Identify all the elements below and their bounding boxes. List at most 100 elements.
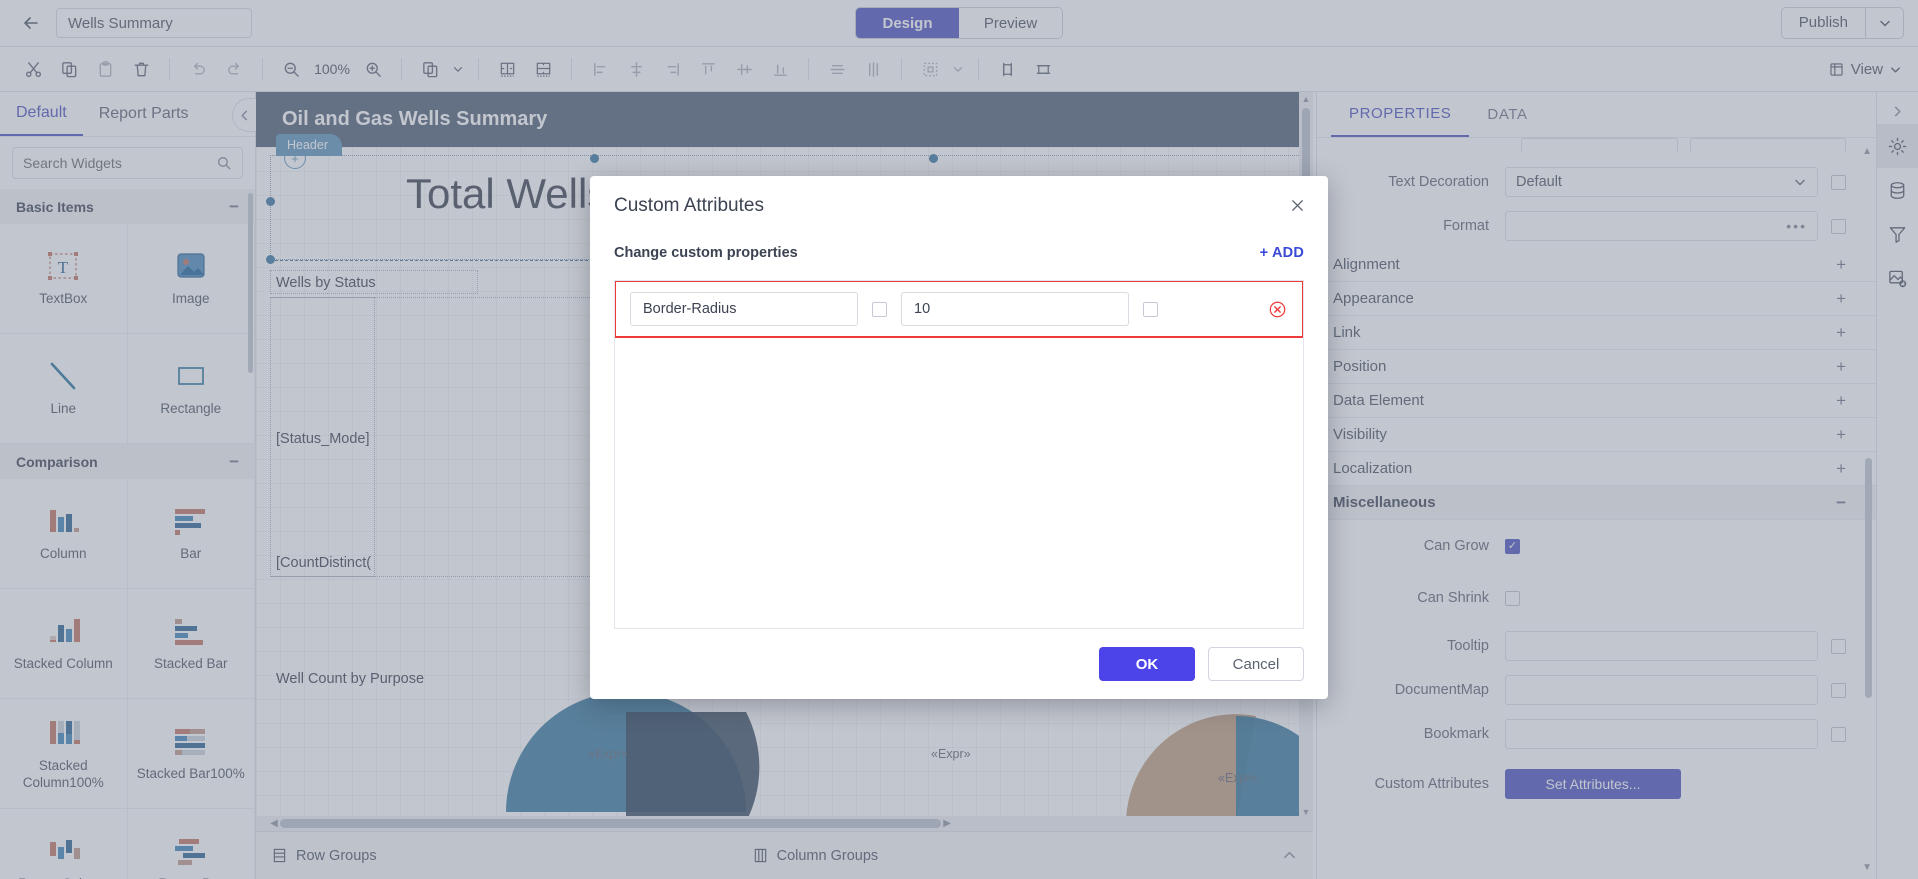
- widget-stacked-column[interactable]: Stacked Column: [0, 589, 128, 699]
- data-rail-button[interactable]: [1877, 168, 1918, 212]
- properties-scrollbar[interactable]: [1865, 458, 1872, 698]
- size-height-button[interactable]: [1026, 53, 1060, 85]
- align-center-button[interactable]: [619, 53, 653, 85]
- tooltip-input[interactable]: [1505, 631, 1818, 661]
- undo-button[interactable]: [181, 53, 215, 85]
- scroll-left-arrow-icon[interactable]: ◀: [268, 818, 280, 829]
- back-button[interactable]: [14, 6, 48, 40]
- group-button[interactable]: [913, 53, 947, 85]
- report-name-input[interactable]: [56, 8, 252, 38]
- tab-design[interactable]: Design: [856, 8, 959, 38]
- custom-attributes-dialog[interactable]: Custom Attributes Change custom properti…: [590, 176, 1328, 699]
- properties-scroll-down-icon[interactable]: ▼: [1862, 862, 1872, 873]
- distribute-horizontal-button[interactable]: [820, 53, 854, 85]
- resize-handle-top-left[interactable]: [590, 154, 599, 163]
- scroll-right-arrow-icon[interactable]: ▶: [941, 818, 953, 829]
- documentmap-expression-checkbox[interactable]: [1831, 683, 1846, 698]
- widget-stacked-bar-100[interactable]: Stacked Bar100%: [128, 699, 256, 809]
- properties-scroll-up-icon[interactable]: ▲: [1862, 146, 1872, 157]
- tooltip-expression-checkbox[interactable]: [1831, 639, 1846, 654]
- text-decoration-select[interactable]: Default: [1505, 167, 1818, 197]
- ok-button[interactable]: OK: [1099, 647, 1195, 681]
- align-right-button[interactable]: [655, 53, 689, 85]
- theme-rail-button[interactable]: [1877, 256, 1918, 300]
- distribute-vertical-button[interactable]: [856, 53, 890, 85]
- can-grow-checkbox[interactable]: [1505, 539, 1520, 554]
- section-visibility[interactable]: Visibility +: [1317, 418, 1876, 452]
- tab-default[interactable]: Default: [0, 92, 83, 136]
- scroll-up-arrow-icon[interactable]: ▲: [1299, 94, 1313, 104]
- section-position[interactable]: Position +: [1317, 350, 1876, 384]
- widget-line[interactable]: Line: [0, 334, 128, 444]
- publish-dropdown-button[interactable]: [1865, 8, 1903, 38]
- format-expression-checkbox[interactable]: [1831, 219, 1846, 234]
- tab-preview[interactable]: Preview: [959, 8, 1062, 38]
- widget-column[interactable]: Column: [0, 479, 128, 589]
- widget-image[interactable]: Image: [128, 224, 256, 334]
- filter-rail-button[interactable]: [1877, 212, 1918, 256]
- column-groups-button[interactable]: Column Groups: [753, 848, 879, 864]
- delete-attribute-button[interactable]: [1266, 298, 1288, 320]
- widget-range-column[interactable]: Range Column: [0, 809, 128, 879]
- search-input[interactable]: [23, 155, 216, 171]
- zoom-in-button[interactable]: [356, 53, 390, 85]
- insert-row-button[interactable]: [526, 53, 560, 85]
- text-decoration-expression-checkbox[interactable]: [1831, 175, 1846, 190]
- resize-handle-top-right[interactable]: [929, 154, 938, 163]
- widget-stacked-bar[interactable]: Stacked Bar: [128, 589, 256, 699]
- horizontal-scroll-thumb[interactable]: [280, 819, 941, 828]
- widgets-scroll-area[interactable]: Basic Items − T TextBox: [0, 189, 255, 879]
- row-groups-button[interactable]: Row Groups: [272, 848, 377, 864]
- section-appearance[interactable]: Appearance +: [1317, 282, 1876, 316]
- cancel-button[interactable]: Cancel: [1208, 647, 1304, 681]
- add-attribute-button[interactable]: + ADD: [1260, 245, 1304, 261]
- group-header-comparison[interactable]: Comparison −: [0, 444, 255, 479]
- layers-dropdown-button[interactable]: [449, 53, 467, 85]
- bookmark-expression-checkbox[interactable]: [1831, 727, 1846, 742]
- delete-button[interactable]: [124, 53, 158, 85]
- can-shrink-checkbox[interactable]: [1505, 591, 1520, 606]
- paste-button[interactable]: [88, 53, 122, 85]
- format-ellipsis-button[interactable]: •••: [1778, 218, 1807, 234]
- resize-handle-left-upper[interactable]: [266, 197, 275, 206]
- group-header-basic-items[interactable]: Basic Items −: [0, 189, 255, 224]
- dialog-close-button[interactable]: [1284, 192, 1310, 218]
- resize-handle-left[interactable]: [266, 255, 275, 264]
- redo-button[interactable]: [217, 53, 251, 85]
- insert-column-button[interactable]: [490, 53, 524, 85]
- cut-button[interactable]: [16, 53, 50, 85]
- align-middle-button[interactable]: [727, 53, 761, 85]
- align-left-button[interactable]: [583, 53, 617, 85]
- bookmark-input[interactable]: [1505, 719, 1818, 749]
- widget-textbox[interactable]: T TextBox: [0, 224, 128, 334]
- section-link[interactable]: Link +: [1317, 316, 1876, 350]
- section-miscellaneous[interactable]: Miscellaneous −: [1317, 486, 1876, 520]
- attribute-value-expression-checkbox[interactable]: [1143, 302, 1158, 317]
- section-data-element[interactable]: Data Element +: [1317, 384, 1876, 418]
- section-alignment[interactable]: Alignment +: [1317, 248, 1876, 282]
- set-attributes-button[interactable]: Set Attributes...: [1505, 769, 1681, 799]
- tab-properties[interactable]: PROPERTIES: [1331, 92, 1469, 137]
- align-bottom-button[interactable]: [763, 53, 797, 85]
- canvas-horizontal-scrollbar[interactable]: ◀ ▶: [256, 816, 1313, 831]
- widget-bar[interactable]: Bar: [128, 479, 256, 589]
- properties-body[interactable]: ▲ ▼ Text Decoration Default Format ••: [1317, 138, 1876, 879]
- attribute-name-input[interactable]: [630, 292, 858, 326]
- collapse-left-panel-button[interactable]: [232, 98, 256, 132]
- properties-rail-button[interactable]: [1877, 124, 1918, 168]
- publish-button[interactable]: Publish: [1782, 8, 1865, 38]
- format-input[interactable]: •••: [1505, 211, 1818, 241]
- widgets-scrollbar[interactable]: [248, 193, 253, 373]
- documentmap-input[interactable]: [1505, 675, 1818, 705]
- band-tag-header[interactable]: Header: [276, 134, 342, 156]
- group-dropdown-button[interactable]: [949, 53, 967, 85]
- zoom-out-button[interactable]: [274, 53, 308, 85]
- view-menu-button[interactable]: View: [1828, 61, 1902, 78]
- widget-range-bar[interactable]: Range Bar: [128, 809, 256, 879]
- search-widgets-field[interactable]: [12, 147, 243, 179]
- section-localization[interactable]: Localization +: [1317, 452, 1876, 486]
- expand-panel-button[interactable]: [1877, 98, 1918, 124]
- tab-data[interactable]: DATA: [1469, 92, 1545, 137]
- attribute-name-expression-checkbox[interactable]: [872, 302, 887, 317]
- size-width-button[interactable]: [990, 53, 1024, 85]
